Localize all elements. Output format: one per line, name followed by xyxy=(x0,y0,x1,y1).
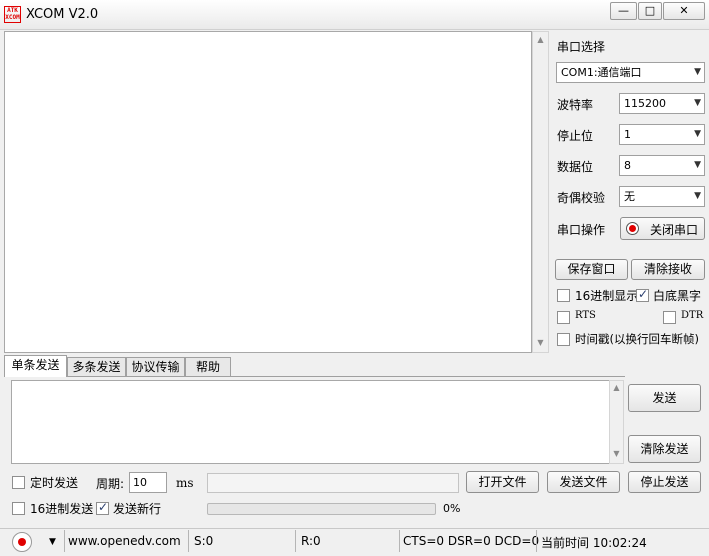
record-icon xyxy=(626,222,639,235)
chevron-down-icon: ▼ xyxy=(694,67,701,77)
timestamp-checkbox[interactable] xyxy=(557,333,570,346)
receive-area[interactable] xyxy=(4,31,532,353)
chevron-down-icon: ▼ xyxy=(694,191,701,201)
progress-text: 0% xyxy=(443,502,461,515)
tab-divider xyxy=(4,376,625,377)
app-logo: ATK XCOM xyxy=(4,6,21,23)
send-button[interactable]: 发送 xyxy=(628,384,701,412)
website-link[interactable]: www.openedv.com xyxy=(68,534,181,548)
timed-send-label: 定时发送 xyxy=(30,476,79,490)
send-newline-checkbox[interactable] xyxy=(96,500,109,515)
save-window-button[interactable]: 保存窗口 xyxy=(555,259,628,280)
port-select[interactable]: COM1:通信端口 ▼ xyxy=(556,62,705,83)
scroll-down-icon[interactable]: ▼ xyxy=(610,449,623,458)
white-black-label: 白底黑字 xyxy=(653,289,702,303)
stop-bits-label: 停止位 xyxy=(557,129,594,143)
send-input[interactable] xyxy=(11,380,610,464)
current-time: 当前时间 10:02:24 xyxy=(541,536,647,550)
clear-receive-button[interactable]: 清除接收 xyxy=(631,259,705,280)
clear-send-button[interactable]: 清除发送 xyxy=(628,435,701,463)
scroll-down-icon[interactable]: ▼ xyxy=(533,338,548,347)
rts-label: RTS xyxy=(575,310,596,321)
tab-multi-send[interactable]: 多条发送 xyxy=(67,357,126,376)
send-newline-label: 发送新行 xyxy=(113,502,162,516)
baud-label: 波特率 xyxy=(557,98,594,112)
close-icon: ✕ xyxy=(679,4,689,17)
received-count: R:0 xyxy=(301,534,321,548)
parity-select[interactable]: 无 ▼ xyxy=(619,186,705,207)
period-label: 周期: xyxy=(96,477,125,491)
chevron-down-icon: ▼ xyxy=(694,160,701,170)
parity-value: 无 xyxy=(624,190,635,203)
port-label: 串口选择 xyxy=(557,40,606,54)
close-button[interactable]: ✕ xyxy=(663,2,705,20)
maximize-button[interactable]: □ xyxy=(638,2,662,20)
stop-bits-select[interactable]: 1 ▼ xyxy=(619,124,705,145)
tab-single-send[interactable]: 单条发送 xyxy=(4,355,67,377)
receive-scrollbar[interactable]: ▲ ▼ xyxy=(532,31,549,353)
data-bits-select[interactable]: 8 ▼ xyxy=(619,155,705,176)
chevron-down-icon: ▼ xyxy=(694,129,701,139)
hex-send-label: 16进制发送 xyxy=(30,502,94,516)
send-file-button[interactable]: 发送文件 xyxy=(547,471,620,493)
hex-display-checkbox[interactable] xyxy=(557,289,570,302)
data-bits-label: 数据位 xyxy=(557,160,594,174)
stop-bits-value: 1 xyxy=(624,128,631,141)
app-logo-text: ATK XCOM xyxy=(5,7,20,21)
close-port-button[interactable]: 关闭串口 xyxy=(620,217,705,240)
period-unit: ms xyxy=(176,476,194,490)
timed-send-checkbox[interactable] xyxy=(12,476,25,489)
file-path-field[interactable] xyxy=(207,473,459,493)
hex-display-label: 16进制显示 xyxy=(575,289,639,303)
parity-label: 奇偶校验 xyxy=(557,191,606,205)
baud-select[interactable]: 115200 ▼ xyxy=(619,93,705,114)
tab-help[interactable]: 帮助 xyxy=(185,357,231,376)
sent-count: S:0 xyxy=(194,534,214,548)
send-scrollbar[interactable]: ▲ ▼ xyxy=(609,380,624,464)
white-black-checkbox[interactable] xyxy=(636,287,649,302)
chevron-down-icon[interactable]: ▼ xyxy=(49,537,56,547)
maximize-icon: □ xyxy=(644,4,656,17)
hex-send-checkbox[interactable] xyxy=(12,502,25,515)
minimize-button[interactable]: — xyxy=(610,2,637,20)
period-input[interactable]: 10 xyxy=(129,472,167,493)
dtr-checkbox[interactable] xyxy=(663,311,676,324)
window-title: XCOM V2.0 xyxy=(26,7,99,22)
open-file-button[interactable]: 打开文件 xyxy=(466,471,539,493)
serial-op-label: 串口操作 xyxy=(557,223,606,237)
stop-send-button[interactable]: 停止发送 xyxy=(628,471,701,493)
rts-checkbox[interactable] xyxy=(557,311,570,324)
send-progress-bar xyxy=(207,503,436,515)
line-status: CTS=0 DSR=0 DCD=0 xyxy=(403,534,540,548)
timestamp-label: 时间戳(以换行回车断帧) xyxy=(575,332,699,346)
scroll-up-icon[interactable]: ▲ xyxy=(533,35,548,44)
port-select-value: COM1:通信端口 xyxy=(561,66,642,79)
title-bar[interactable]: ATK XCOM XCOM V2.0 — □ ✕ xyxy=(0,0,709,30)
tab-protocol[interactable]: 协议传输 xyxy=(126,357,185,376)
scroll-up-icon[interactable]: ▲ xyxy=(610,383,623,392)
dtr-label: DTR xyxy=(681,310,704,321)
chevron-down-icon: ▼ xyxy=(694,98,701,108)
settings-icon[interactable] xyxy=(12,532,32,552)
baud-select-value: 115200 xyxy=(624,97,666,110)
data-bits-value: 8 xyxy=(624,159,631,172)
close-port-label: 关闭串口 xyxy=(650,223,699,237)
minimize-icon: — xyxy=(618,4,629,17)
